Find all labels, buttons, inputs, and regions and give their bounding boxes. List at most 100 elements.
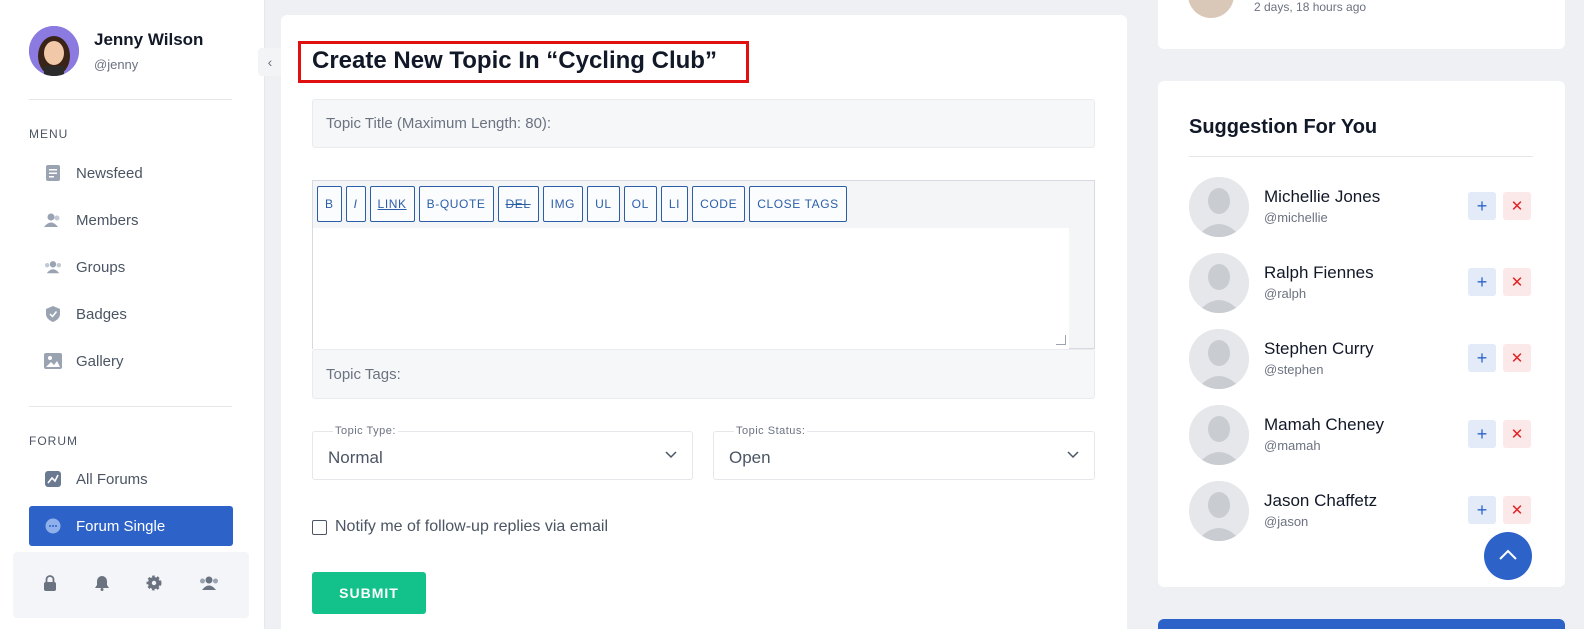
topic-editor: B I LINK B-QUOTE DEL IMG UL OL LI CODE C… (312, 180, 1095, 349)
dismiss-button[interactable]: ✕ (1503, 344, 1531, 372)
avatar[interactable] (1189, 177, 1249, 237)
close-icon: ✕ (1510, 426, 1524, 443)
notify-option: Notify me of follow-up replies via email (312, 518, 608, 536)
add-friend-button[interactable]: + (1468, 192, 1496, 220)
suggestion-name[interactable]: Jason Chaffetz (1264, 491, 1377, 511)
suggestion-name[interactable]: Mamah Cheney (1264, 415, 1384, 435)
sidebar-item-forum-single[interactable]: Forum Single (29, 506, 233, 546)
avatar[interactable] (29, 26, 79, 76)
suggestion-name[interactable]: Michellie Jones (1264, 187, 1380, 207)
topic-tags-input[interactable]: Topic Tags: (312, 349, 1095, 399)
sidebar-item-all-forums[interactable]: All Forums (29, 459, 233, 499)
sidebar-item-members[interactable]: Members (29, 200, 233, 240)
sidebar-item-label: Badges (76, 305, 127, 323)
resize-handle[interactable] (1056, 335, 1066, 345)
topic-status-select[interactable]: Topic Status: Open (713, 425, 1095, 480)
gallery-icon (44, 352, 62, 370)
topic-content-textarea[interactable] (313, 228, 1069, 349)
suggestion-item: Stephen Curry @stephen + ✕ (1189, 329, 1533, 389)
suggestion-item: Michellie Jones @michellie + ✕ (1189, 177, 1533, 237)
dismiss-button[interactable]: ✕ (1503, 268, 1531, 296)
topic-title-placeholder: Topic Title (Maximum Length: 80): (326, 115, 552, 132)
close-icon: ✕ (1510, 350, 1524, 367)
suggestion-handle: @jason (1264, 514, 1309, 529)
lock-icon[interactable] (43, 574, 57, 596)
profile-name: Jenny Wilson (94, 30, 204, 49)
groups-icon (44, 258, 62, 276)
card-edge (1158, 619, 1565, 629)
chevron-down-icon (665, 446, 677, 462)
avatar[interactable] (1189, 253, 1249, 313)
topic-type-value: Normal (328, 448, 383, 467)
activity-time: 2 days, 18 hours ago (1254, 0, 1367, 14)
dismiss-button[interactable]: ✕ (1503, 496, 1531, 524)
suggestion-item: Mamah Cheney @mamah + ✕ (1189, 405, 1533, 465)
plus-icon: + (1476, 195, 1488, 216)
link-button[interactable]: LINK (369, 186, 415, 222)
activity-card: 2 days, 18 hours ago (1158, 0, 1565, 49)
sidebar-item-label: Groups (76, 258, 126, 276)
suggestion-name[interactable]: Ralph Fiennes (1264, 263, 1374, 283)
avatar[interactable] (1189, 405, 1249, 465)
chat-icon (44, 517, 62, 535)
topic-title-input[interactable]: Topic Title (Maximum Length: 80): (312, 99, 1095, 148)
code-button[interactable]: CODE (692, 186, 746, 222)
submit-button[interactable]: SUBMIT (312, 572, 426, 614)
dismiss-button[interactable]: ✕ (1503, 192, 1531, 220)
unordered-list-button[interactable]: UL (587, 186, 620, 222)
close-tags-button[interactable]: CLOSE TAGS (749, 186, 847, 222)
sidebar: Jenny Wilson @jenny ‹ MENU Newsfeed Memb… (0, 0, 282, 629)
sidebar-item-badges[interactable]: Badges (29, 294, 233, 334)
add-friend-button[interactable]: + (1468, 268, 1496, 296)
image-button[interactable]: IMG (542, 186, 584, 222)
delete-button[interactable]: DEL (497, 186, 539, 222)
page-title: Create New Topic In “Cycling Club” (312, 47, 717, 74)
gear-icon[interactable] (146, 575, 162, 596)
sidebar-item-newsfeed[interactable]: Newsfeed (29, 153, 233, 193)
members-icon (44, 211, 62, 229)
suggestion-name[interactable]: Stephen Curry (1264, 339, 1374, 359)
sidebar-item-label: All Forums (76, 470, 148, 488)
suggestion-handle: @stephen (1264, 362, 1324, 377)
sidebar-item-label: Gallery (76, 352, 124, 370)
suggestion-item: Ralph Fiennes @ralph + ✕ (1189, 253, 1533, 313)
add-friend-button[interactable]: + (1468, 344, 1496, 372)
add-friend-button[interactable]: + (1468, 496, 1496, 524)
topic-type-select[interactable]: Topic Type: Normal (312, 425, 693, 480)
scroll-to-top-button[interactable] (1484, 532, 1532, 580)
plus-icon: + (1476, 423, 1488, 444)
sidebar-item-label: Newsfeed (76, 164, 143, 182)
bold-button[interactable]: B (317, 186, 342, 222)
notify-checkbox[interactable] (312, 519, 327, 535)
suggestions-title: Suggestion For You (1189, 116, 1378, 138)
create-topic-card: Create New Topic In “Cycling Club” Topic… (281, 15, 1127, 629)
sidebar-item-label: Members (76, 211, 139, 229)
badge-icon (44, 305, 62, 323)
italic-button[interactable]: I (345, 186, 366, 222)
profile[interactable]: Jenny Wilson @jenny (29, 26, 203, 76)
dismiss-button[interactable]: ✕ (1503, 420, 1531, 448)
topic-type-label: Topic Type: (333, 425, 398, 437)
sidebar-item-gallery[interactable]: Gallery (29, 341, 233, 381)
chevron-left-icon: ‹ (267, 54, 273, 70)
profile-handle: @jenny (94, 57, 139, 72)
ordered-list-button[interactable]: OL (623, 186, 657, 222)
notify-label[interactable]: Notify me of follow-up replies via email (335, 518, 608, 536)
plus-icon: + (1476, 347, 1488, 368)
avatar[interactable] (1189, 329, 1249, 389)
sidebar-bottom-bar (13, 552, 249, 618)
editor-toolbar: B I LINK B-QUOTE DEL IMG UL OL LI CODE C… (313, 181, 1094, 227)
add-friend-button[interactable]: + (1468, 420, 1496, 448)
sidebar-item-groups[interactable]: Groups (29, 247, 233, 287)
topic-status-label: Topic Status: (734, 425, 808, 437)
sidebar-item-label: Forum Single (76, 517, 166, 535)
bell-icon[interactable] (94, 575, 110, 596)
topic-status-value: Open (729, 448, 771, 467)
collapse-sidebar-button[interactable]: ‹ (258, 48, 282, 76)
avatar[interactable] (1188, 0, 1234, 18)
list-item-button[interactable]: LI (660, 186, 689, 222)
users-icon[interactable] (199, 576, 219, 595)
newsfeed-icon (44, 164, 62, 182)
avatar[interactable] (1189, 481, 1249, 541)
blockquote-button[interactable]: B-QUOTE (418, 186, 494, 222)
